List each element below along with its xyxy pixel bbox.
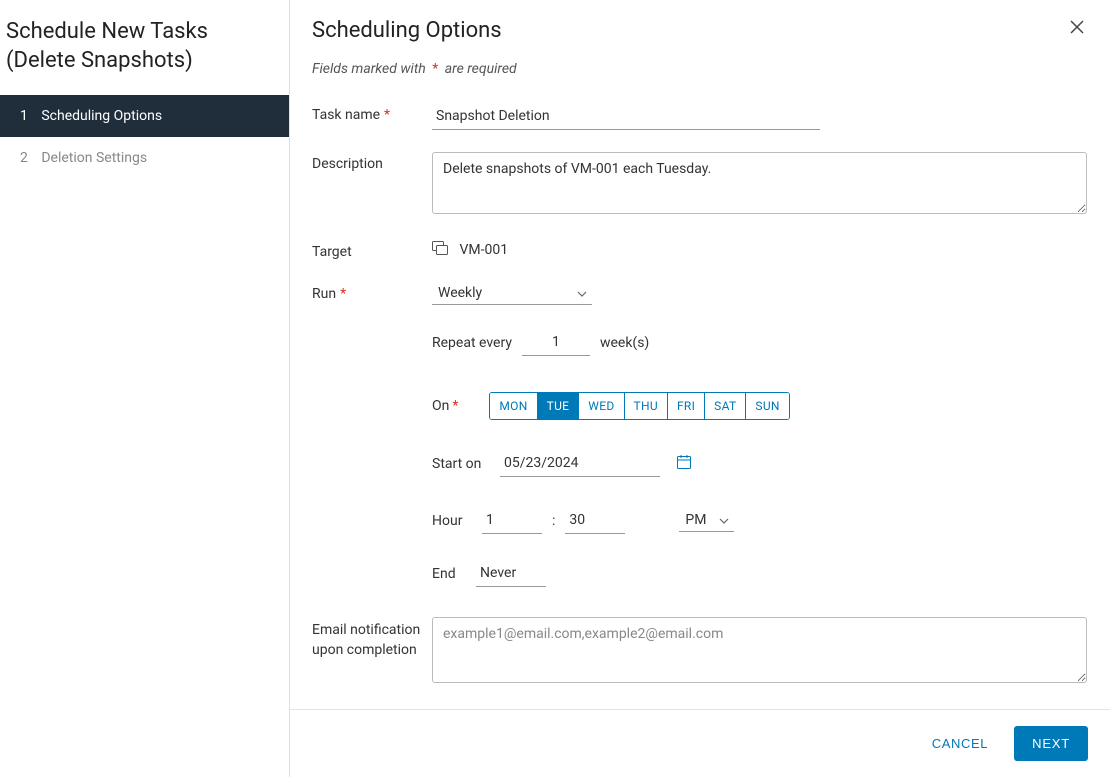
- end-label: End: [432, 566, 466, 582]
- required-note-suffix: are required: [445, 61, 517, 77]
- step-label-1: Scheduling Options: [41, 108, 162, 124]
- email-textarea[interactable]: [432, 617, 1087, 683]
- wizard-title-line2: (Delete Snapshots): [6, 48, 193, 73]
- step-num-2: 2: [20, 150, 28, 166]
- wizard-modal: Schedule New Tasks (Delete Snapshots) 1 …: [0, 0, 1110, 777]
- required-star-icon: *: [340, 286, 346, 302]
- required-note: Fields marked with * are required: [312, 61, 1088, 77]
- end-input[interactable]: [476, 560, 546, 587]
- step-num-1: 1: [20, 108, 28, 124]
- day-toggle-tue[interactable]: TUE: [538, 393, 580, 419]
- on-label: On*: [432, 398, 461, 414]
- email-label: Email notification upon completion: [312, 617, 432, 660]
- day-toggle-sun[interactable]: SUN: [746, 393, 788, 419]
- description-row: Description Delete snapshots of VM-001 e…: [312, 152, 1088, 218]
- run-row: Run* Weekly Repeat every week(s): [312, 282, 1088, 587]
- day-toggle-mon[interactable]: MON: [490, 393, 537, 419]
- main-header: Scheduling Options: [290, 0, 1110, 51]
- wizard-title-line1: Schedule New Tasks: [6, 19, 208, 44]
- calendar-icon[interactable]: [676, 454, 692, 474]
- close-icon[interactable]: [1066, 18, 1088, 40]
- day-toggle-group: MON TUE WED THU FRI SAT SUN: [489, 392, 789, 420]
- required-star-icon: *: [452, 398, 458, 414]
- hour-input[interactable]: [482, 507, 542, 534]
- day-toggle-thu[interactable]: THU: [625, 393, 668, 419]
- task-name-label: Task name*: [312, 103, 432, 123]
- wizard-step-scheduling-options[interactable]: 1 Scheduling Options: [0, 95, 289, 137]
- hour-row: Hour : PM: [432, 507, 1088, 534]
- task-name-input[interactable]: [432, 103, 820, 130]
- target-row: Target VM-001: [312, 240, 1088, 260]
- wizard-footer: CANCEL NEXT: [290, 709, 1110, 777]
- run-frequency-value: Weekly: [432, 282, 592, 304]
- email-row: Email notification upon completion: [312, 617, 1088, 687]
- wizard-step-deletion-settings[interactable]: 2 Deletion Settings: [0, 137, 289, 179]
- description-label: Description: [312, 152, 432, 172]
- end-row: End: [432, 560, 1088, 587]
- vm-icon: [432, 241, 448, 259]
- repeat-every-row: Repeat every week(s): [432, 329, 1088, 356]
- run-label: Run*: [312, 282, 432, 302]
- target-label: Target: [312, 240, 432, 260]
- start-on-row: Start on: [432, 450, 1088, 477]
- minute-input[interactable]: [565, 507, 625, 534]
- day-toggle-sat[interactable]: SAT: [705, 393, 746, 419]
- task-name-row: Task name*: [312, 103, 1088, 130]
- required-note-prefix: Fields marked with: [312, 61, 426, 77]
- description-textarea[interactable]: Delete snapshots of VM-001 each Tuesday.: [432, 152, 1087, 214]
- run-frequency-select[interactable]: Weekly: [432, 282, 592, 305]
- step-label-2: Deletion Settings: [41, 150, 147, 166]
- wizard-main: Scheduling Options Fields marked with * …: [290, 0, 1110, 777]
- day-toggle-wed[interactable]: WED: [579, 393, 624, 419]
- required-star-icon: *: [384, 107, 390, 123]
- wizard-steps: 1 Scheduling Options 2 Deletion Settings: [0, 95, 289, 179]
- hour-label: Hour: [432, 513, 472, 529]
- next-button[interactable]: NEXT: [1014, 726, 1088, 761]
- time-separator: :: [552, 513, 555, 529]
- start-on-label: Start on: [432, 456, 490, 472]
- ampm-value: PM: [679, 509, 734, 531]
- repeat-every-label: Repeat every: [432, 335, 512, 351]
- day-toggle-fri[interactable]: FRI: [668, 393, 705, 419]
- required-star-icon: *: [432, 61, 438, 77]
- cancel-button[interactable]: CANCEL: [926, 728, 994, 759]
- main-body: Fields marked with * are required Task n…: [290, 51, 1110, 709]
- repeat-every-input[interactable]: [522, 329, 590, 356]
- start-on-input[interactable]: [500, 450, 660, 477]
- on-days-row: On* MON TUE WED THU FRI SAT SUN: [432, 392, 1088, 420]
- wizard-title: Schedule New Tasks (Delete Snapshots): [0, 18, 289, 95]
- ampm-select[interactable]: PM: [679, 509, 734, 532]
- repeat-unit-label: week(s): [600, 335, 649, 351]
- page-title: Scheduling Options: [312, 18, 502, 43]
- wizard-sidebar: Schedule New Tasks (Delete Snapshots) 1 …: [0, 0, 290, 777]
- target-name: VM-001: [459, 242, 508, 258]
